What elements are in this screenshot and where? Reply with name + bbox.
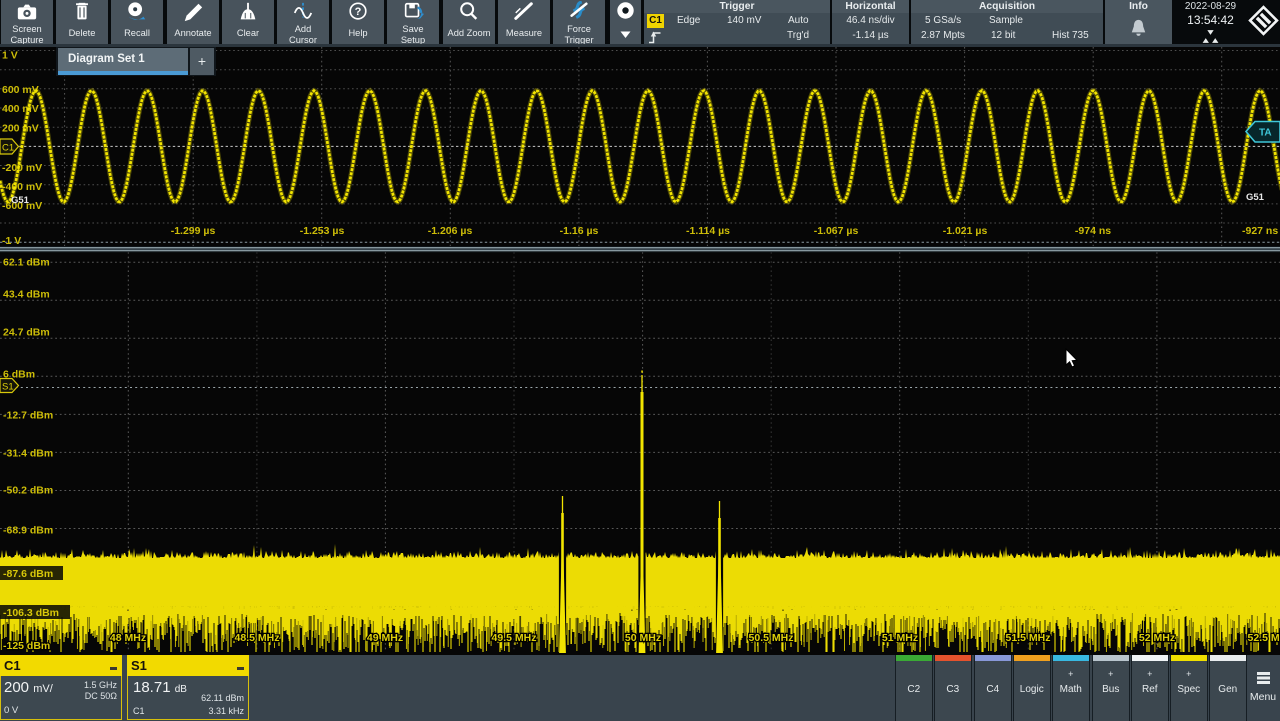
svg-text:51.5 MHz: 51.5 MHz xyxy=(1006,632,1051,644)
svg-text:51 MHz: 51 MHz xyxy=(882,632,918,644)
svg-text:-125 dBm: -125 dBm xyxy=(3,640,50,652)
svg-text:1 V: 1 V xyxy=(2,50,18,62)
svg-text:-1.299 µs: -1.299 µs xyxy=(171,225,216,237)
svg-text:-87.6 dBm: -87.6 dBm xyxy=(3,568,53,580)
svg-text:C1: C1 xyxy=(2,143,14,154)
svg-text:-200 mV: -200 mV xyxy=(2,162,42,174)
svg-text:-1.021 µs: -1.021 µs xyxy=(943,225,988,237)
svg-text:-1 V: -1 V xyxy=(2,235,21,247)
svg-text:-400 mV: -400 mV xyxy=(2,181,42,193)
svg-text:?: ? xyxy=(355,6,362,18)
svg-text:49.5 MHz: 49.5 MHz xyxy=(492,632,537,644)
svg-text:-1.067 µs: -1.067 µs xyxy=(814,225,859,237)
svg-text:-1.253 µs: -1.253 µs xyxy=(300,225,345,237)
svg-text:-12.7 dBm: -12.7 dBm xyxy=(3,410,53,422)
svg-text:400 mV: 400 mV xyxy=(2,103,39,115)
svg-text:G51: G51 xyxy=(11,195,30,206)
svg-text:S1: S1 xyxy=(2,382,14,393)
svg-text:-106.3 dBm: -106.3 dBm xyxy=(3,607,59,619)
svg-text:50.5 MHz: 50.5 MHz xyxy=(749,632,794,644)
svg-text:50 MHz: 50 MHz xyxy=(625,632,661,644)
svg-text:49 MHz: 49 MHz xyxy=(367,632,403,644)
svg-text:-1.16 µs: -1.16 µs xyxy=(560,225,599,237)
svg-text:G51: G51 xyxy=(1246,192,1265,203)
svg-text:48.5 MHz: 48.5 MHz xyxy=(235,632,280,644)
svg-text:24.7 dBm: 24.7 dBm xyxy=(3,327,50,339)
svg-text:-974 ns: -974 ns xyxy=(1075,225,1111,237)
svg-text:TA: TA xyxy=(1259,128,1272,139)
svg-text:-1.114 µs: -1.114 µs xyxy=(686,225,730,237)
svg-text:-68.9 dBm: -68.9 dBm xyxy=(3,525,53,537)
svg-text:48 MHz: 48 MHz xyxy=(110,632,146,644)
svg-text:-31.4 dBm: -31.4 dBm xyxy=(3,448,53,460)
svg-text:200 mV: 200 mV xyxy=(2,122,39,134)
svg-text:43.4 dBm: 43.4 dBm xyxy=(3,289,50,301)
svg-text:-50.2 dBm: -50.2 dBm xyxy=(3,485,53,497)
svg-text:52.5 MHz: 52.5 MHz xyxy=(1248,632,1280,644)
svg-text:-1.206 µs: -1.206 µs xyxy=(428,225,473,237)
svg-text:52 MHz: 52 MHz xyxy=(1139,632,1175,644)
svg-text:62.1 dBm: 62.1 dBm xyxy=(3,257,50,269)
svg-text:-927 ns: -927 ns xyxy=(1242,225,1278,237)
